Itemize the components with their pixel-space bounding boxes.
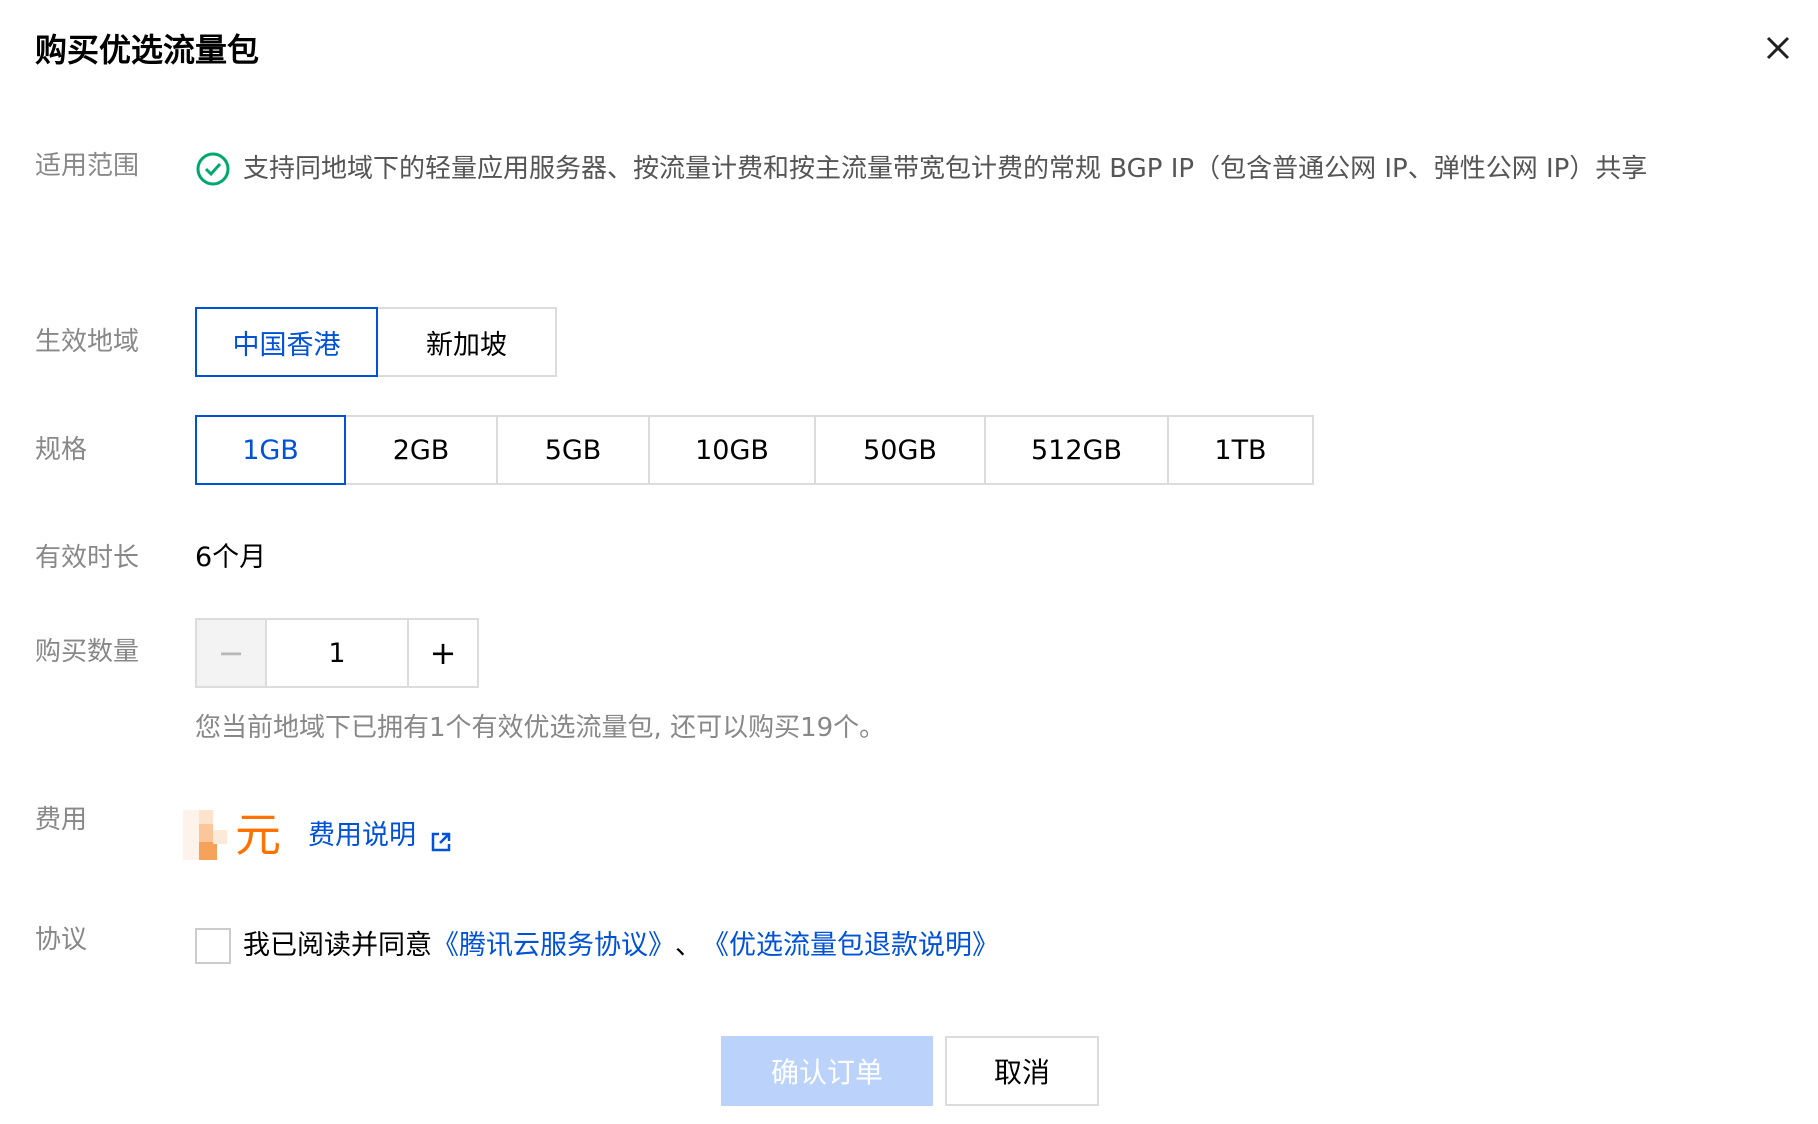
cancel-button[interactable]: 取消 (945, 1036, 1099, 1106)
spec-label: 规格 (35, 435, 88, 465)
agreement-label: 协议 (35, 925, 88, 955)
spec-option-1gb[interactable]: 1GB (195, 415, 346, 485)
spec-option-10gb[interactable]: 10GB (648, 415, 816, 485)
quantity-decrement-button[interactable]: − (195, 618, 267, 688)
price-display: 元 (183, 805, 281, 865)
fee-label: 费用 (35, 805, 88, 835)
agreement-separator: 、 (675, 930, 702, 961)
scope-text: 支持同地域下的轻量应用服务器、按流量计费和按主流量带宽包计费的常规 BGP IP… (243, 154, 1648, 184)
quantity-increment-button[interactable]: + (407, 618, 479, 688)
quantity-stepper: − 1 + (195, 618, 479, 688)
confirm-order-button[interactable]: 确认订单 (721, 1036, 933, 1106)
fee-explanation-label: 费用说明 (308, 820, 416, 851)
duration-value: 6个月 (195, 542, 267, 573)
duration-label: 有效时长 (35, 543, 140, 573)
spec-option-1tb[interactable]: 1TB (1167, 415, 1314, 485)
check-circle-icon (195, 151, 231, 187)
quantity-hint: 您当前地域下已拥有1个有效优选流量包, 还可以购买19个。 (195, 713, 886, 743)
spec-option-50gb[interactable]: 50GB (814, 415, 986, 485)
scope-section: 支持同地域下的轻量应用服务器、按流量计费和按主流量带宽包计费的常规 BGP IP… (195, 147, 1755, 191)
agreement-prefix: 我已阅读并同意 (243, 930, 432, 961)
spec-option-2gb[interactable]: 2GB (344, 415, 498, 485)
close-icon[interactable] (1760, 30, 1796, 66)
scope-label: 适用范围 (35, 151, 140, 181)
region-selector: 中国香港 新加坡 (195, 307, 557, 377)
region-option-hongkong[interactable]: 中国香港 (195, 307, 378, 377)
quantity-input[interactable]: 1 (267, 618, 407, 688)
price-unit: 元 (235, 808, 281, 862)
price-amount-masked (183, 810, 233, 860)
external-link-icon (430, 825, 452, 852)
quantity-label: 购买数量 (35, 637, 140, 667)
spec-option-5gb[interactable]: 5GB (496, 415, 650, 485)
fee-explanation-link[interactable]: 费用说明 (308, 816, 452, 856)
refund-policy-link[interactable]: 《优选流量包退款说明》 (702, 926, 999, 966)
service-agreement-link[interactable]: 《腾讯云服务协议》 (432, 926, 675, 966)
spec-selector: 1GB 2GB 5GB 10GB 50GB 512GB 1TB (195, 415, 1314, 485)
region-label: 生效地域 (35, 327, 140, 357)
agreement-row: 我已阅读并同意 《腾讯云服务协议》 、 《优选流量包退款说明》 (195, 926, 999, 966)
agreement-checkbox[interactable] (195, 928, 231, 964)
spec-option-512gb[interactable]: 512GB (984, 415, 1169, 485)
region-option-singapore[interactable]: 新加坡 (376, 307, 557, 377)
purchase-dialog: 购买优选流量包 适用范围 支持同地域下的轻量应用服务器、按流量计费和按主流量带宽… (0, 0, 1818, 1124)
dialog-title: 购买优选流量包 (35, 31, 260, 69)
